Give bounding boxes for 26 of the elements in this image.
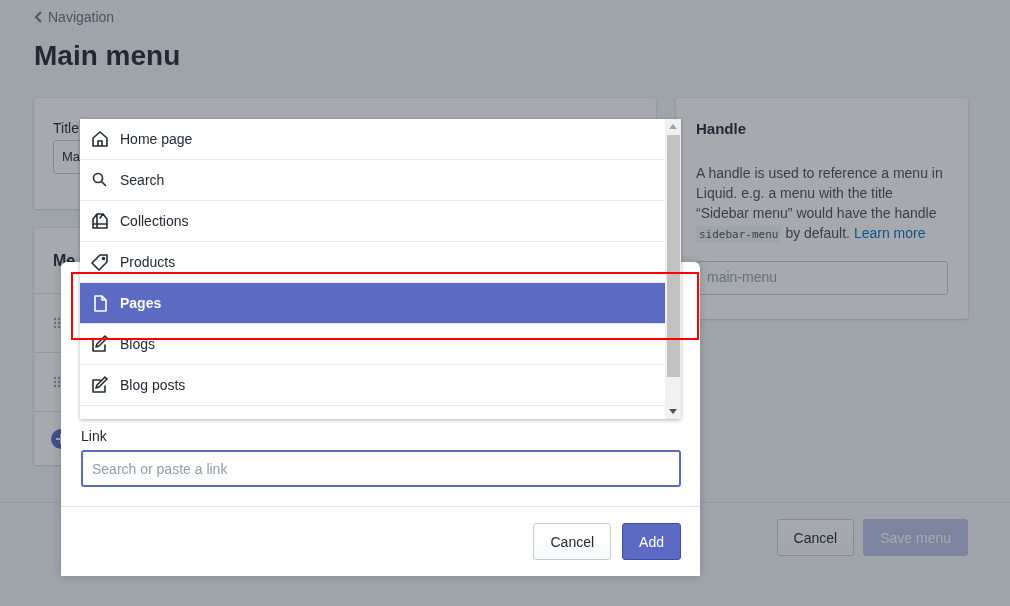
- cancel-button[interactable]: Cancel: [533, 523, 612, 560]
- dropdown-item[interactable]: Pages: [80, 283, 665, 324]
- field-label: Link: [81, 428, 108, 444]
- page-title: Main menu: [34, 39, 182, 73]
- dropdown-item[interactable]: Search: [80, 160, 665, 201]
- card-heading: Handle: [696, 120, 747, 137]
- collection-icon: [90, 211, 110, 231]
- dropdown-item[interactable]: Collections: [80, 201, 665, 242]
- drag-handle-icon[interactable]: [53, 317, 61, 329]
- pencil-note-icon: [90, 334, 110, 354]
- tag-icon: [90, 252, 110, 272]
- scrollbar-thumb[interactable]: [666, 135, 680, 377]
- pencil-note-icon: [90, 375, 110, 395]
- dropdown-item[interactable]: Home page: [80, 119, 665, 160]
- handle-description: A handle is used to reference a menu in Liquid. e.g. a menu with the title “Sidebar menu” would have the handle sidebar-menu by default. Learn more: [696, 164, 944, 245]
- link-input[interactable]: Search or paste a link: [81, 450, 681, 487]
- scrollbar[interactable]: [665, 119, 681, 419]
- field-label: Title: [53, 120, 80, 136]
- cancel-button[interactable]: Cancel: [776, 519, 855, 556]
- drag-handle-icon[interactable]: [53, 376, 61, 388]
- chevron-left-icon: [35, 11, 43, 23]
- dropdown-item[interactable]: Blog posts: [80, 365, 665, 406]
- house-icon: [90, 129, 110, 149]
- learn-more-link[interactable]: Learn more: [853, 225, 926, 241]
- add-button[interactable]: Add: [622, 523, 681, 560]
- dropdown-item[interactable]: Products: [80, 242, 665, 283]
